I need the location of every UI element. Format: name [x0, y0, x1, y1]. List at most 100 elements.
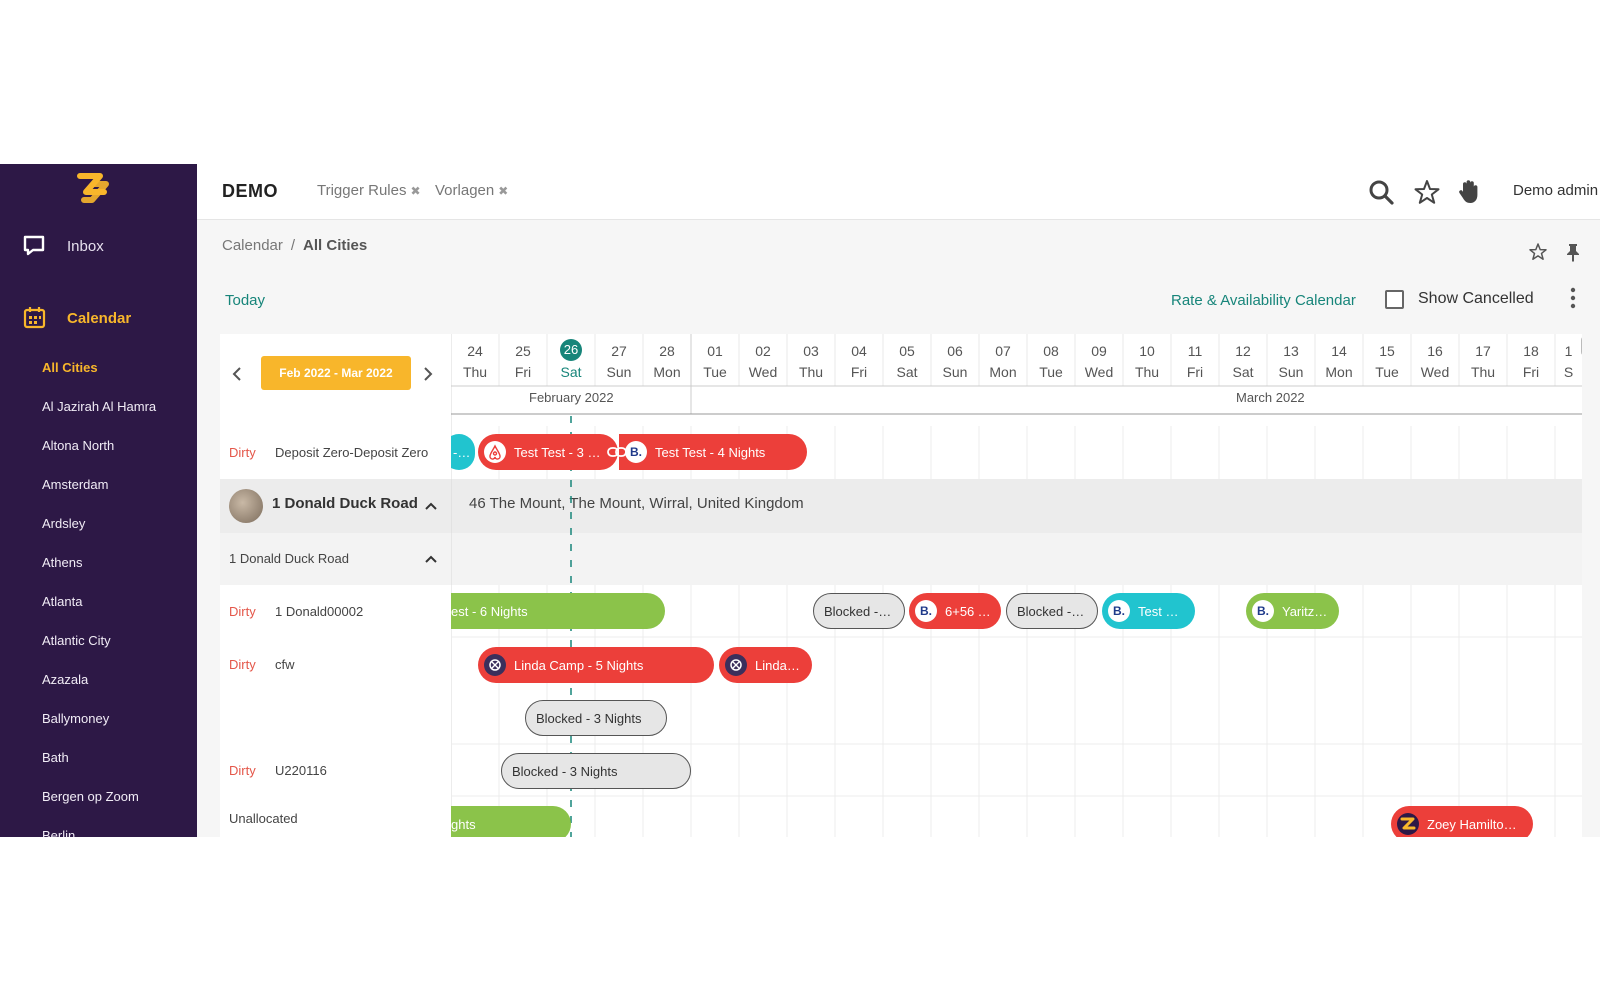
city-item[interactable]: Ardsley — [0, 504, 197, 543]
today-button[interactable]: Today — [225, 292, 265, 309]
day-header[interactable]: 24 Thu — [451, 334, 499, 386]
close-icon[interactable]: ✖ — [410, 184, 420, 198]
day-header[interactable]: 13 Sun — [1267, 334, 1315, 386]
blocked-pill[interactable]: Blocked - 3 Nights — [525, 700, 667, 736]
day-header[interactable]: 17 Thu — [1459, 334, 1507, 386]
day-header[interactable]: 15 Tue — [1363, 334, 1411, 386]
city-item[interactable]: Ballymoney — [0, 699, 197, 738]
day-name: Mon — [1325, 364, 1353, 380]
chevron-up-icon[interactable] — [424, 501, 438, 511]
day-header[interactable]: 06 Sun — [931, 334, 979, 386]
unit-row-label[interactable]: Dirty cfw — [220, 638, 451, 690]
day-header[interactable]: 14 Mon — [1315, 334, 1363, 386]
day-header[interactable]: 05 Sat — [883, 334, 931, 386]
close-icon[interactable]: ✖ — [498, 184, 508, 198]
day-header[interactable]: 01 Tue — [691, 334, 739, 386]
star-icon[interactable] — [1413, 178, 1441, 206]
logo-icon[interactable] — [76, 170, 110, 204]
unit-name: U220116 — [275, 762, 327, 778]
booking-pill[interactable]: Test Test - 3 Ni... — [478, 434, 618, 470]
booking-pill[interactable]: B. Test Du... — [1102, 593, 1195, 629]
day-header-today[interactable]: 26 Sat — [547, 334, 595, 386]
city-item-all-cities[interactable]: All Cities — [0, 348, 197, 387]
day-name: Wed — [1420, 364, 1450, 380]
user-menu[interactable]: Demo admin — [1513, 182, 1598, 199]
booking-pill[interactable]: ghts — [451, 806, 571, 837]
day-name: Fri — [1186, 364, 1204, 380]
nav-calendar[interactable]: Calendar — [0, 298, 197, 338]
city-item[interactable]: Azazala — [0, 660, 197, 699]
day-header[interactable]: 12 Sat — [1219, 334, 1267, 386]
booking-pill[interactable]: Zoey Hamilton -... — [1391, 806, 1533, 837]
booking-pill[interactable]: B. Test Test - 4 Nights — [619, 434, 807, 470]
search-icon[interactable] — [1367, 178, 1395, 206]
link-icon[interactable] — [607, 444, 627, 460]
city-item[interactable]: Athens — [0, 543, 197, 582]
month-label: March 2022 — [1236, 390, 1305, 405]
blocked-pill[interactable]: Blocked - 3 Nights — [501, 753, 691, 789]
city-item[interactable]: Atlantic City — [0, 621, 197, 660]
blocked-pill[interactable]: Blocked - 2 ... — [1006, 593, 1098, 629]
unit-row-label[interactable]: Dirty U220116 — [220, 744, 451, 796]
day-header[interactable]: 25 Fri — [499, 334, 547, 386]
tab-trigger-rules[interactable]: Trigger Rules ✖ — [317, 182, 421, 199]
city-item[interactable]: Bergen op Zoom — [0, 777, 197, 816]
chevron-left-icon[interactable] — [230, 366, 244, 382]
city-item[interactable]: Amsterdam — [0, 465, 197, 504]
day-header[interactable]: 09 Wed — [1075, 334, 1123, 386]
unit-row-label[interactable]: Dirty Deposit Zero-Deposit Zero — [220, 426, 451, 478]
day-header[interactable]: 1S — [1555, 334, 1582, 386]
breadcrumb-parent[interactable]: Calendar — [222, 237, 283, 254]
booking-com-icon: B. — [915, 600, 937, 622]
show-cancelled-toggle[interactable]: Show Cancelled — [1385, 284, 1534, 314]
calendar-icon — [23, 307, 46, 329]
day-name: Thu — [798, 364, 824, 380]
day-header[interactable]: 08 Tue — [1027, 334, 1075, 386]
city-item[interactable]: Berlin — [0, 816, 197, 837]
day-header[interactable]: 04 Fri — [835, 334, 883, 386]
booking-pill[interactable]: B. Yaritza ... — [1246, 593, 1339, 629]
tab-label: Trigger Rules — [317, 182, 407, 199]
day-number: 28 — [659, 343, 675, 359]
nav-inbox-label: Inbox — [67, 237, 104, 255]
chevron-right-icon[interactable] — [421, 366, 435, 382]
booking-pill[interactable]: est - 6 Nights — [451, 593, 665, 629]
chevron-up-icon[interactable] — [424, 554, 438, 564]
day-name: Thu — [1134, 364, 1160, 380]
unit-row-label[interactable]: Dirty 1 Donald00002 — [220, 585, 451, 637]
nav-inbox[interactable]: Inbox — [0, 226, 197, 266]
day-header[interactable]: 10 Thu — [1123, 334, 1171, 386]
day-header[interactable]: 28 Mon — [643, 334, 691, 386]
hand-icon[interactable] — [1455, 178, 1483, 206]
date-range-button[interactable]: Feb 2022 - Mar 2022 — [261, 356, 411, 390]
city-item[interactable]: Atlanta — [0, 582, 197, 621]
favorite-star-icon[interactable] — [1528, 242, 1548, 262]
pin-icon[interactable] — [1563, 242, 1583, 262]
booking-pill[interactable]: Linda C... — [719, 647, 812, 683]
scrollbar-thumb[interactable] — [1581, 336, 1582, 356]
city-item[interactable]: Bath — [0, 738, 197, 777]
tab-vorlagen[interactable]: Vorlagen ✖ — [435, 182, 508, 199]
more-options-icon[interactable] — [1563, 286, 1583, 310]
day-header[interactable]: 11 Fri — [1171, 334, 1219, 386]
rate-availability-link[interactable]: Rate & Availability Calendar — [1171, 292, 1356, 309]
show-cancelled-checkbox[interactable] — [1385, 289, 1404, 309]
blocked-pill[interactable]: Blocked - 2 ... — [813, 593, 905, 629]
calendar-grid: Feb 2022 - Mar 2022 1 Donald Duck Road 4… — [220, 334, 1582, 837]
day-header[interactable]: 03 Thu — [787, 334, 835, 386]
day-number: 06 — [947, 343, 963, 359]
day-header[interactable]: 27 Sun — [595, 334, 643, 386]
day-header[interactable]: 18 Fri — [1507, 334, 1555, 386]
day-header[interactable]: 07 Mon — [979, 334, 1027, 386]
day-header[interactable]: 16 Wed — [1411, 334, 1459, 386]
city-item[interactable]: Altona North — [0, 426, 197, 465]
day-header[interactable]: 02 Wed — [739, 334, 787, 386]
day-name: Sun — [942, 364, 968, 380]
city-item[interactable]: Al Jazirah Al Hamra — [0, 387, 197, 426]
booking-pill[interactable]: Linda Camp - 5 Nights — [478, 647, 714, 683]
day-number: 10 — [1139, 343, 1155, 359]
booking-pill[interactable]: B. 6+56 T... — [909, 593, 1001, 629]
day-name: Tue — [703, 364, 727, 380]
breadcrumb: Calendar / All Cities — [222, 237, 367, 254]
day-number: 08 — [1043, 343, 1059, 359]
